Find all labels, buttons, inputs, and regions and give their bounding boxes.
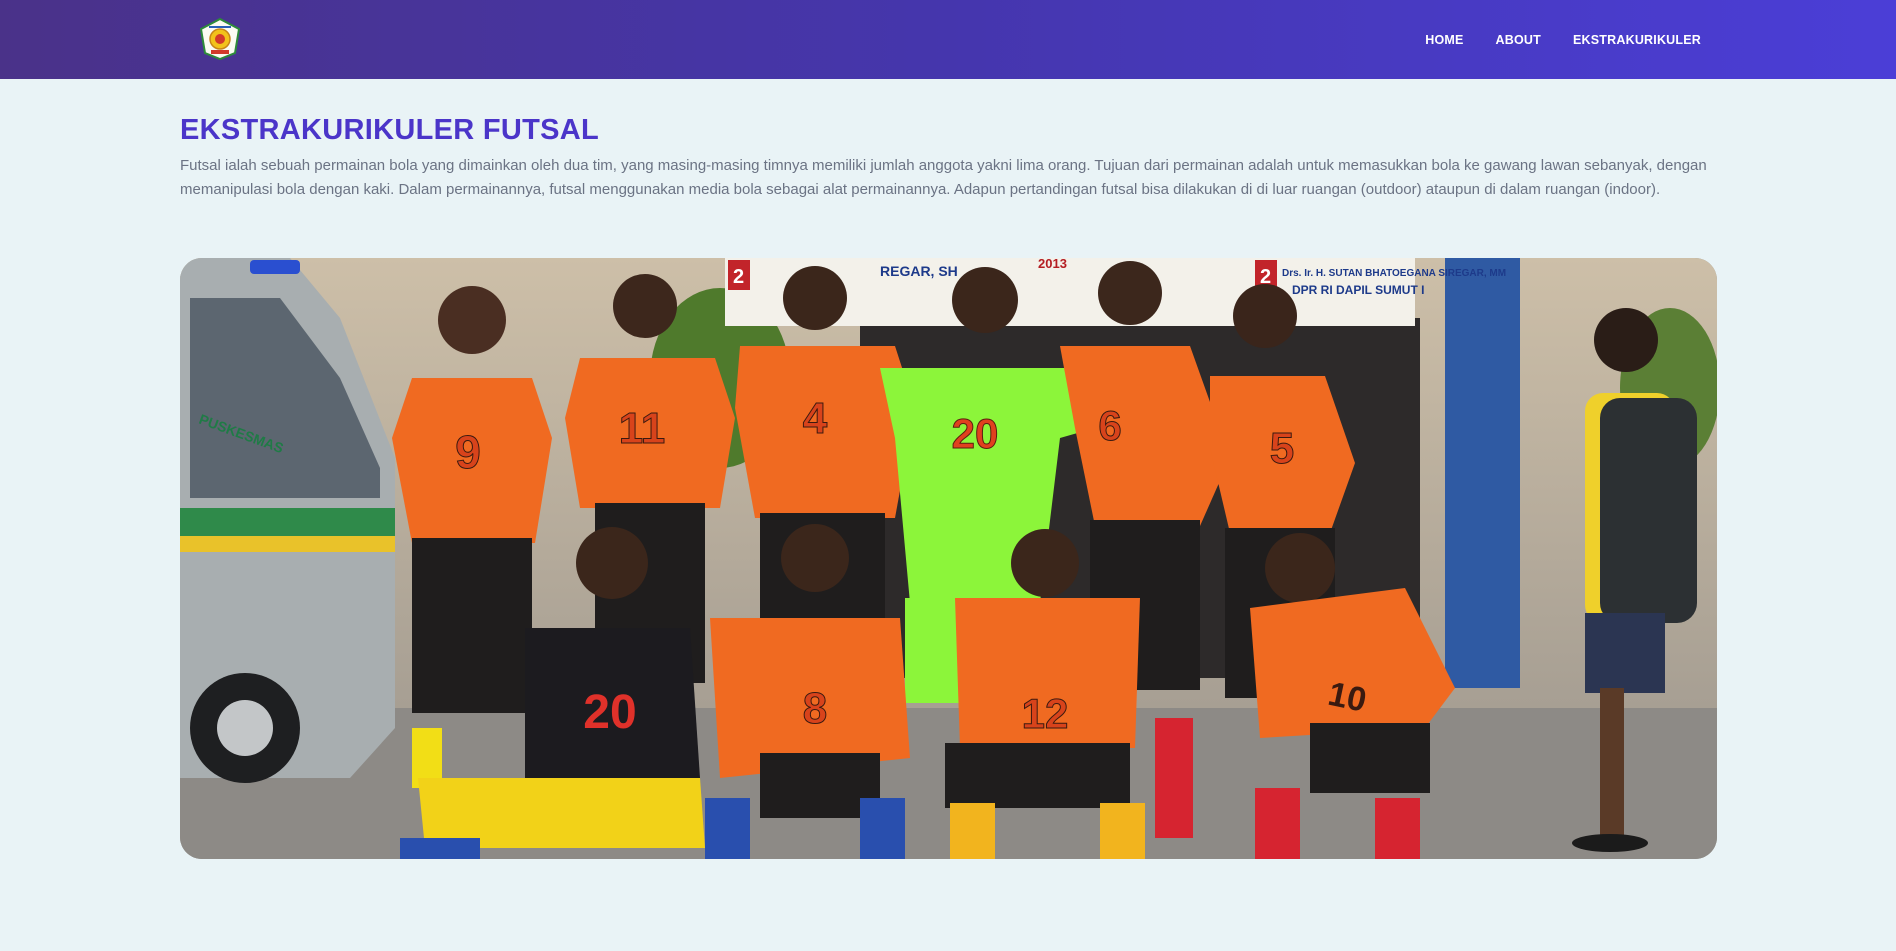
jersey-number: 10 bbox=[1325, 675, 1370, 720]
blue-door-frame bbox=[1445, 258, 1520, 688]
jersey-number: 4 bbox=[803, 394, 828, 443]
jersey-number: 20 bbox=[583, 686, 636, 739]
jersey-number: 11 bbox=[619, 404, 666, 453]
jersey-number: 9 bbox=[455, 426, 481, 478]
jersey-number: 8 bbox=[803, 684, 827, 733]
page-title: EKSTRAKURIKULER FUTSAL bbox=[180, 114, 600, 146]
banner-text-left: REGAR, SH bbox=[880, 263, 958, 279]
main-content: EKSTRAKURIKULER FUTSAL Futsal ialah sebu… bbox=[180, 112, 1716, 202]
jersey-number: 12 bbox=[1022, 690, 1069, 737]
school-crest-logo[interactable] bbox=[197, 17, 243, 61]
nav-link-home[interactable]: HOME bbox=[1425, 33, 1463, 47]
banner-sub-right: DPR RI DAPIL SUMUT I bbox=[1292, 283, 1424, 297]
banner-number-left: 2 bbox=[733, 266, 744, 288]
nav-link-about[interactable]: ABOUT bbox=[1496, 33, 1541, 47]
jersey-number: 6 bbox=[1098, 402, 1121, 449]
page-description: Futsal ialah sebuah permainan bola yang … bbox=[180, 157, 1707, 198]
banner-text-right: Drs. Ir. H. SUTAN BHATOEGANA SIREGAR, MM bbox=[1282, 268, 1506, 279]
futsal-team-photo: 2 REGAR, SH 2013 2 Drs. Ir. H. SUTAN BHA… bbox=[180, 258, 1717, 859]
jersey-number: 5 bbox=[1270, 424, 1294, 473]
banner-text-middle: 2013 bbox=[1038, 258, 1067, 271]
nav-links: HOME ABOUT EKSTRAKURIKULER bbox=[1425, 0, 1701, 79]
jersey-number: 20 bbox=[952, 410, 999, 457]
top-navbar: HOME ABOUT EKSTRAKURIKULER bbox=[0, 0, 1896, 79]
nav-link-ekstrakurikuler[interactable]: EKSTRAKURIKULER bbox=[1573, 33, 1701, 47]
